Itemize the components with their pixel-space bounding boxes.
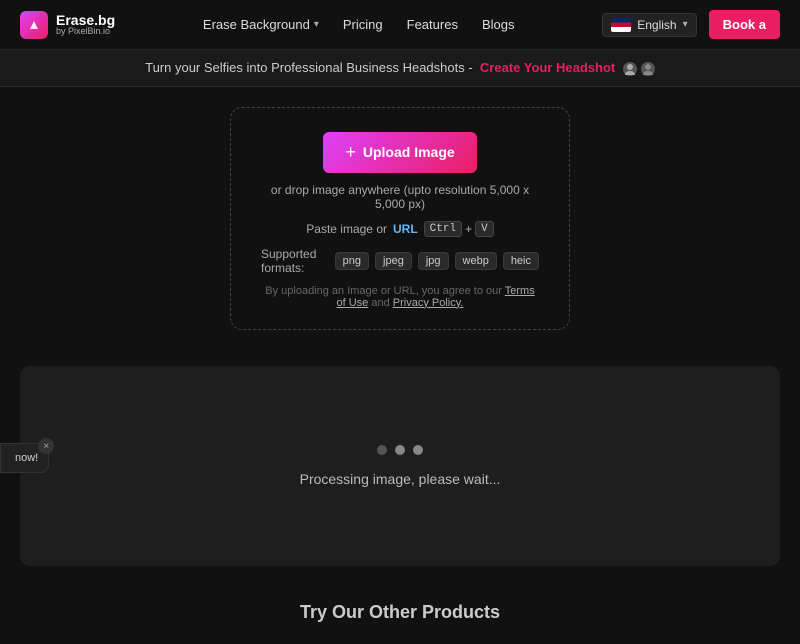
logo[interactable]: Erase.bg by PixelBin.io: [20, 11, 115, 39]
drop-text: or drop image anywhere (upto resolution …: [261, 183, 539, 211]
person-icon-2: [641, 62, 655, 76]
format-png: png: [335, 252, 369, 270]
formats-row: Supported formats: png jpeg jpg webp hei…: [261, 247, 539, 275]
nav-erase-background[interactable]: Erase Background ▾: [203, 17, 319, 32]
logo-main: Erase.bg: [56, 13, 115, 27]
logo-text-group: Erase.bg by PixelBin.io: [56, 13, 115, 36]
upload-button[interactable]: + Upload Image: [323, 132, 476, 173]
upload-section: + Upload Image or drop image anywhere (u…: [0, 87, 800, 350]
dot-2: [395, 445, 405, 455]
dot-1: [377, 445, 387, 455]
promo-banner: Turn your Selfies into Professional Busi…: [0, 50, 800, 87]
navbar: Erase.bg by PixelBin.io Erase Background…: [0, 0, 800, 50]
nav-links: Erase Background ▾ Pricing Features Blog…: [203, 17, 515, 32]
notification-text: now!: [15, 452, 38, 464]
ctrl-key: Ctrl: [424, 221, 462, 237]
book-button[interactable]: Book a: [709, 10, 780, 39]
notification-bubble: × now!: [0, 443, 49, 473]
terms-text: By uploading an Image or URL, you agree …: [261, 285, 539, 309]
processing-text: Processing image, please wait...: [300, 471, 501, 487]
flag-icon: [611, 18, 631, 32]
processing-area: Processing image, please wait...: [20, 366, 780, 566]
nav-pricing[interactable]: Pricing: [343, 17, 383, 32]
language-selector[interactable]: English ▾: [602, 13, 696, 37]
url-label: URL: [393, 222, 418, 236]
logo-sub: by PixelBin.io: [56, 27, 115, 36]
nav-right: English ▾ Book a: [602, 10, 780, 39]
person-icon-1: [623, 62, 637, 76]
chevron-down-icon: ▾: [314, 19, 319, 30]
privacy-link[interactable]: Privacy Policy.: [393, 297, 464, 309]
format-jpg: jpg: [418, 252, 449, 270]
dots-loader: [377, 445, 423, 455]
upload-box: + Upload Image or drop image anywhere (u…: [230, 107, 570, 330]
format-heic: heic: [503, 252, 539, 270]
lang-chevron-icon: ▾: [683, 19, 688, 30]
nav-blogs[interactable]: Blogs: [482, 17, 515, 32]
logo-icon: [20, 11, 48, 39]
format-jpeg: jpeg: [375, 252, 412, 270]
v-key: V: [475, 221, 494, 237]
dot-3: [413, 445, 423, 455]
plus-icon: +: [345, 142, 356, 163]
format-webp: webp: [455, 252, 497, 270]
keyboard-shortcut: Ctrl + V: [424, 221, 494, 237]
try-other-section: Try Our Other Products: [0, 582, 800, 643]
nav-features[interactable]: Features: [407, 17, 458, 32]
paste-row: Paste image or URL Ctrl + V: [306, 221, 493, 237]
headshot-link[interactable]: Create Your Headshot: [480, 60, 615, 75]
banner-icons: [623, 62, 655, 76]
